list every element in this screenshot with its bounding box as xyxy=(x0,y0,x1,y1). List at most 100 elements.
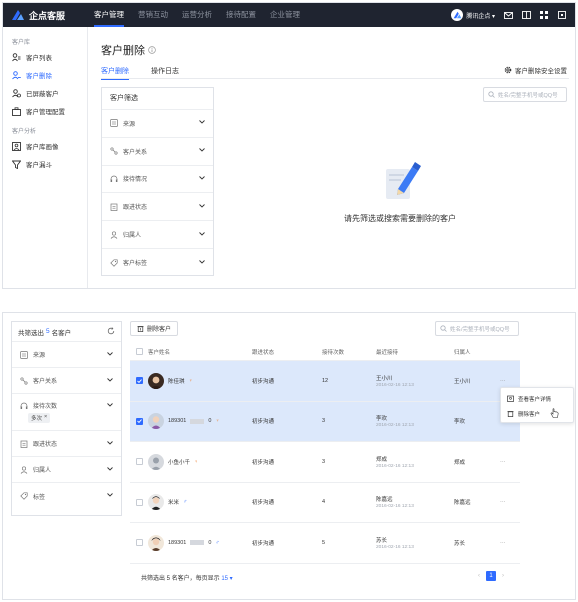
empty-state: 请先筛选或搜索需要删除的客户 xyxy=(325,159,475,224)
sidebar-item-label: 客户删除 xyxy=(26,73,52,80)
avatar xyxy=(148,453,164,470)
table-row[interactable]: 米米 ♂ 初步沟通 4 陈嘉远 2016-02-16 12:13 陈嘉远 ··· xyxy=(130,483,520,523)
sidebar-item-customer-funnel[interactable]: 客户漏斗 xyxy=(3,155,87,173)
page-size-select[interactable]: 15 ▾ xyxy=(221,576,232,582)
search-input[interactable]: 姓名/完整手机号或QQ号 xyxy=(435,321,519,336)
corp-name: 腾讯企点 ▾ xyxy=(466,13,495,20)
row-checkbox[interactable] xyxy=(135,539,143,547)
sidebar-item-customer-portrait[interactable]: 客户库画像 xyxy=(3,137,87,155)
follow-status: 初步沟通 xyxy=(252,459,275,466)
relationship-icon xyxy=(20,376,28,385)
headset-icon xyxy=(110,175,118,183)
nav-reception-config[interactable]: 接待配置 xyxy=(219,3,263,27)
select-all-checkbox[interactable] xyxy=(135,348,143,355)
corp-switcher[interactable]: 腾讯企点 ▾ xyxy=(451,9,495,21)
chevron-down-icon xyxy=(199,176,205,182)
last-reception-time: 2016-02-16 12:13 xyxy=(376,423,414,429)
filter-label: 来源 xyxy=(33,353,46,359)
user-icon xyxy=(20,465,28,474)
customer-name: 189301 xyxy=(168,418,187,425)
nav-customer-management[interactable]: 客户管理 xyxy=(87,3,131,27)
avatar xyxy=(148,413,164,430)
trash-icon xyxy=(507,411,514,417)
menu-item-label: 删除客户 xyxy=(518,411,541,418)
more-actions-button[interactable]: ··· xyxy=(500,540,520,546)
filter-title: 客户筛选 xyxy=(102,88,213,110)
book-icon[interactable] xyxy=(521,10,531,20)
follow-status: 初步沟通 xyxy=(252,378,275,385)
filter-tags[interactable]: 客户标签 xyxy=(102,249,213,277)
reception-count: 4 xyxy=(322,499,326,506)
portrait-icon xyxy=(12,141,21,151)
filter-source[interactable]: 来源 xyxy=(12,342,121,368)
column-header: 最近接待 xyxy=(376,349,399,356)
filter-reception-count[interactable]: 接待次数 多次 × xyxy=(12,394,121,431)
nav-analytics[interactable]: 运营分析 xyxy=(175,3,219,27)
filter-relationship[interactable]: 客户关系 xyxy=(102,138,213,166)
table-row[interactable]: 189301 0 ♂ 初步沟通 5 苏长 2016-02-16 12:13 苏长 … xyxy=(130,523,520,564)
next-page-icon[interactable]: › xyxy=(502,573,504,579)
sidebar-item-customer-config[interactable]: 客户管理配置 xyxy=(3,102,87,120)
briefcase-icon xyxy=(12,106,21,116)
sidebar: 客户库 客户列表 客户删除 已屏蔽客户 客户管理配置 客户分析 客户库画像 客户… xyxy=(3,27,88,288)
filter-summary-suffix: 名客户 xyxy=(51,329,72,337)
search-icon xyxy=(440,325,447,332)
row-checkbox[interactable] xyxy=(135,498,143,506)
brand-name: 企点客服 xyxy=(29,10,66,21)
tag-icon xyxy=(20,492,28,500)
pagination: ‹ 1 › xyxy=(478,571,504,581)
follow-status: 初步沟通 xyxy=(252,540,275,547)
row-checkbox[interactable] xyxy=(135,458,143,466)
chevron-down-icon xyxy=(199,231,205,238)
filter-owner[interactable]: 归属人 xyxy=(12,457,121,483)
sidebar-item-blocked-customers[interactable]: 已屏蔽客户 xyxy=(3,84,87,102)
info-icon[interactable] xyxy=(148,46,156,54)
delete-customer-button[interactable]: 删除客户 xyxy=(130,321,179,336)
refresh-icon[interactable] xyxy=(107,326,115,337)
more-actions-button[interactable]: ··· xyxy=(500,499,520,505)
menu-item-delete-customer[interactable]: 删除客户 xyxy=(501,406,573,421)
row-checkbox[interactable] xyxy=(135,417,143,425)
filter-owner[interactable]: 归属人 xyxy=(102,221,213,249)
nav-marketing[interactable]: 营销互动 xyxy=(131,3,175,27)
filter-tags[interactable]: 标签 xyxy=(12,483,121,509)
security-settings-link[interactable]: 客户删除安全设置 xyxy=(504,65,567,75)
last-reception-time: 2016-02-16 12:13 xyxy=(376,463,414,469)
table-row[interactable]: 小鱼小千 ♀ 初步沟通 3 郑成 2016-02-16 12:13 郑成 ··· xyxy=(130,442,520,483)
current-page[interactable]: 1 xyxy=(486,571,496,581)
mail-icon[interactable] xyxy=(503,10,513,20)
sidebar-item-customer-delete[interactable]: 客户删除 xyxy=(3,66,87,84)
apps-icon[interactable] xyxy=(539,10,549,20)
user-list-icon xyxy=(12,52,21,62)
prev-page-icon[interactable]: ‹ xyxy=(478,573,480,579)
nav-enterprise[interactable]: 企业管理 xyxy=(263,3,307,27)
close-icon[interactable]: × xyxy=(44,414,47,422)
filter-source[interactable]: 来源 xyxy=(102,110,213,138)
filter-follow-status[interactable]: 跟进状态 xyxy=(12,431,121,457)
brand[interactable]: 企点客服 xyxy=(3,9,87,22)
more-actions-button[interactable]: ··· xyxy=(500,378,520,384)
filter-follow-status[interactable]: 跟进状态 xyxy=(102,193,213,222)
funnel-icon xyxy=(12,160,21,169)
filter-reception[interactable]: 接待情况 xyxy=(102,166,213,194)
menu-item-view-details[interactable]: 查看客户详情 xyxy=(501,391,573,406)
qidian-logo-icon xyxy=(12,10,24,20)
chevron-down-icon xyxy=(199,260,205,266)
last-reception-time: 2016-02-16 12:13 xyxy=(376,504,414,510)
column-header: 接待次数 xyxy=(322,349,345,356)
last-receiver: 郑成 xyxy=(376,456,388,463)
filter-chip[interactable]: 多次 × xyxy=(28,413,51,423)
more-actions-button[interactable]: ··· xyxy=(500,459,520,465)
male-icon: ♂ xyxy=(183,499,188,506)
fullscreen-icon[interactable] xyxy=(557,10,567,20)
filter-count: 5 xyxy=(46,328,50,335)
table-row[interactable]: 陈佳琪 ♀ 初步沟通 12 王小川 2016-02-16 12:13 王小川 ··… xyxy=(130,361,520,402)
search-input[interactable]: 姓名/完整手机号或QQ号 xyxy=(483,87,567,102)
table-row[interactable]: 189301 0 ♀ 初步沟通 3 李欢 2016-02-16 12:13 李欢 xyxy=(130,401,520,442)
male-icon: ♂ xyxy=(215,539,220,546)
security-settings-label: 客户删除安全设置 xyxy=(515,68,567,75)
row-checkbox[interactable] xyxy=(135,377,143,385)
relationship-icon xyxy=(110,147,118,155)
filter-relationship[interactable]: 客户关系 xyxy=(12,368,121,394)
sidebar-item-customer-list[interactable]: 客户列表 xyxy=(3,48,87,66)
